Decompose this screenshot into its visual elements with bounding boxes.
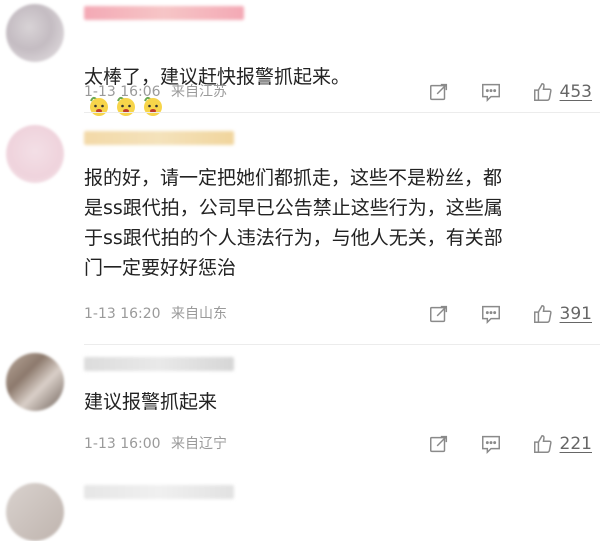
thumbs-up-icon[interactable] <box>532 303 554 325</box>
comment-text: 报的好，请一定把她们都抓走，这些不是粉丝，都 是ss跟代拍，公司早已公告禁止这些… <box>84 167 503 279</box>
thumbs-up-icon[interactable] <box>532 433 554 455</box>
comment-time: 1-13 16:20 <box>84 306 161 322</box>
comment-item: 建议报警抓起来 1-13 16:00 来自辽宁 221 <box>0 345 600 475</box>
share-icon[interactable] <box>428 303 450 325</box>
share-icon[interactable] <box>428 433 450 455</box>
avatar[interactable] <box>6 4 64 62</box>
username-blurred[interactable] <box>84 131 234 145</box>
comment-location: 来自山东 <box>171 306 228 322</box>
comment-icon[interactable] <box>480 81 502 103</box>
username-blurred[interactable] <box>84 6 244 20</box>
comment-time: 1-13 16:06 <box>84 84 161 100</box>
comment-location: 来自江苏 <box>171 84 228 100</box>
comment-actions: 391 <box>398 301 592 327</box>
comment-actions: 453 <box>398 79 592 105</box>
comment-meta: 1-13 16:06 来自江苏 <box>84 82 233 102</box>
like-count[interactable]: 453 <box>560 82 592 102</box>
comment-meta: 1-13 16:20 来自山东 <box>84 304 233 324</box>
comment-meta: 1-13 16:00 来自辽宁 <box>84 434 233 454</box>
comment-time: 1-13 16:00 <box>84 436 161 452</box>
avatar[interactable] <box>6 483 64 541</box>
thumbs-up-icon[interactable] <box>532 81 554 103</box>
comment-actions: 221 <box>398 431 592 457</box>
comment-icon[interactable] <box>480 303 502 325</box>
avatar[interactable] <box>6 125 64 183</box>
comment-location: 来自辽宁 <box>171 436 228 452</box>
comment-item-partial <box>0 483 600 541</box>
username-blurred[interactable] <box>84 357 234 371</box>
like-count[interactable]: 221 <box>560 434 592 454</box>
like-count[interactable]: 391 <box>560 304 592 324</box>
comment-text: 建议报警抓起来 <box>84 391 218 413</box>
comment-item: 报的好，请一定把她们都抓走，这些不是粉丝，都 是ss跟代拍，公司早已公告禁止这些… <box>0 113 600 343</box>
avatar[interactable] <box>6 353 64 411</box>
comment-item: 太棒了，建议赶快报警抓起来。 1-13 16:06 来自江苏 453 <box>0 0 600 116</box>
share-icon[interactable] <box>428 81 450 103</box>
comment-icon[interactable] <box>480 433 502 455</box>
username-blurred[interactable] <box>84 485 234 499</box>
